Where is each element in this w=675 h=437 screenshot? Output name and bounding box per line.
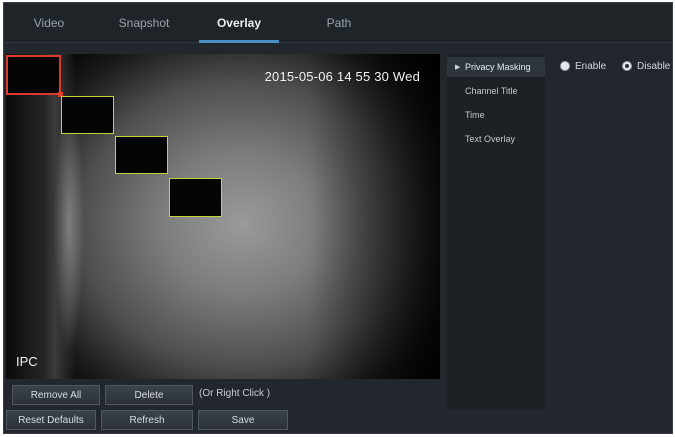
menu-item-label: Time (465, 110, 485, 120)
tab-bar: Video Snapshot Overlay Path (4, 3, 672, 43)
tab-overlay[interactable]: Overlay (199, 3, 279, 43)
tab-video[interactable]: Video (19, 3, 79, 43)
delete-button[interactable]: Delete (105, 385, 193, 405)
tab-snapshot[interactable]: Snapshot (109, 3, 179, 43)
osd-timestamp[interactable]: 2015-05-06 14 55 30 Wed (265, 69, 420, 84)
menu-item-text-overlay[interactable]: Text Overlay (447, 129, 545, 149)
privacy-mask-3[interactable] (115, 136, 168, 174)
menu-item-channel-title[interactable]: Channel Title (447, 81, 545, 101)
save-button[interactable]: Save (198, 410, 288, 430)
enable-radio-label: Enable (575, 60, 607, 72)
enable-radio-option[interactable]: Enable (560, 59, 606, 73)
tab-path[interactable]: Path (309, 3, 369, 43)
menu-item-label: Channel Title (465, 86, 518, 96)
reset-defaults-button[interactable]: Reset Defaults (6, 410, 96, 430)
privacy-mask-1[interactable] (6, 55, 63, 97)
privacy-mask-2[interactable] (61, 96, 114, 134)
video-preview[interactable]: 2015-05-06 14 55 30 Wed IPC (6, 54, 440, 379)
privacy-mask-4[interactable] (169, 178, 222, 217)
menu-item-label: Privacy Masking (465, 62, 531, 72)
menu-item-label: Text Overlay (465, 134, 516, 144)
disable-radio-label: Disable (637, 60, 671, 72)
osd-channel-title[interactable]: IPC (16, 354, 38, 369)
delete-hint: (Or Right Click ) (199, 388, 271, 399)
enable-radio[interactable] (560, 61, 570, 71)
menu-item-time[interactable]: Time (447, 105, 545, 125)
disable-radio-option[interactable]: Disable (622, 59, 670, 73)
active-tab-indicator (199, 40, 279, 43)
refresh-button[interactable]: Refresh (101, 410, 193, 430)
remove-all-button[interactable]: Remove All (12, 385, 100, 405)
overlay-settings-window: Video Snapshot Overlay Path 2015-05-06 1… (3, 2, 673, 434)
caret-right-icon: ▶ (455, 64, 461, 71)
overlay-menu: ▶ Privacy Masking Channel Title Time Tex… (447, 54, 545, 409)
disable-radio[interactable] (622, 61, 632, 71)
menu-item-privacy-masking[interactable]: ▶ Privacy Masking (447, 57, 545, 77)
